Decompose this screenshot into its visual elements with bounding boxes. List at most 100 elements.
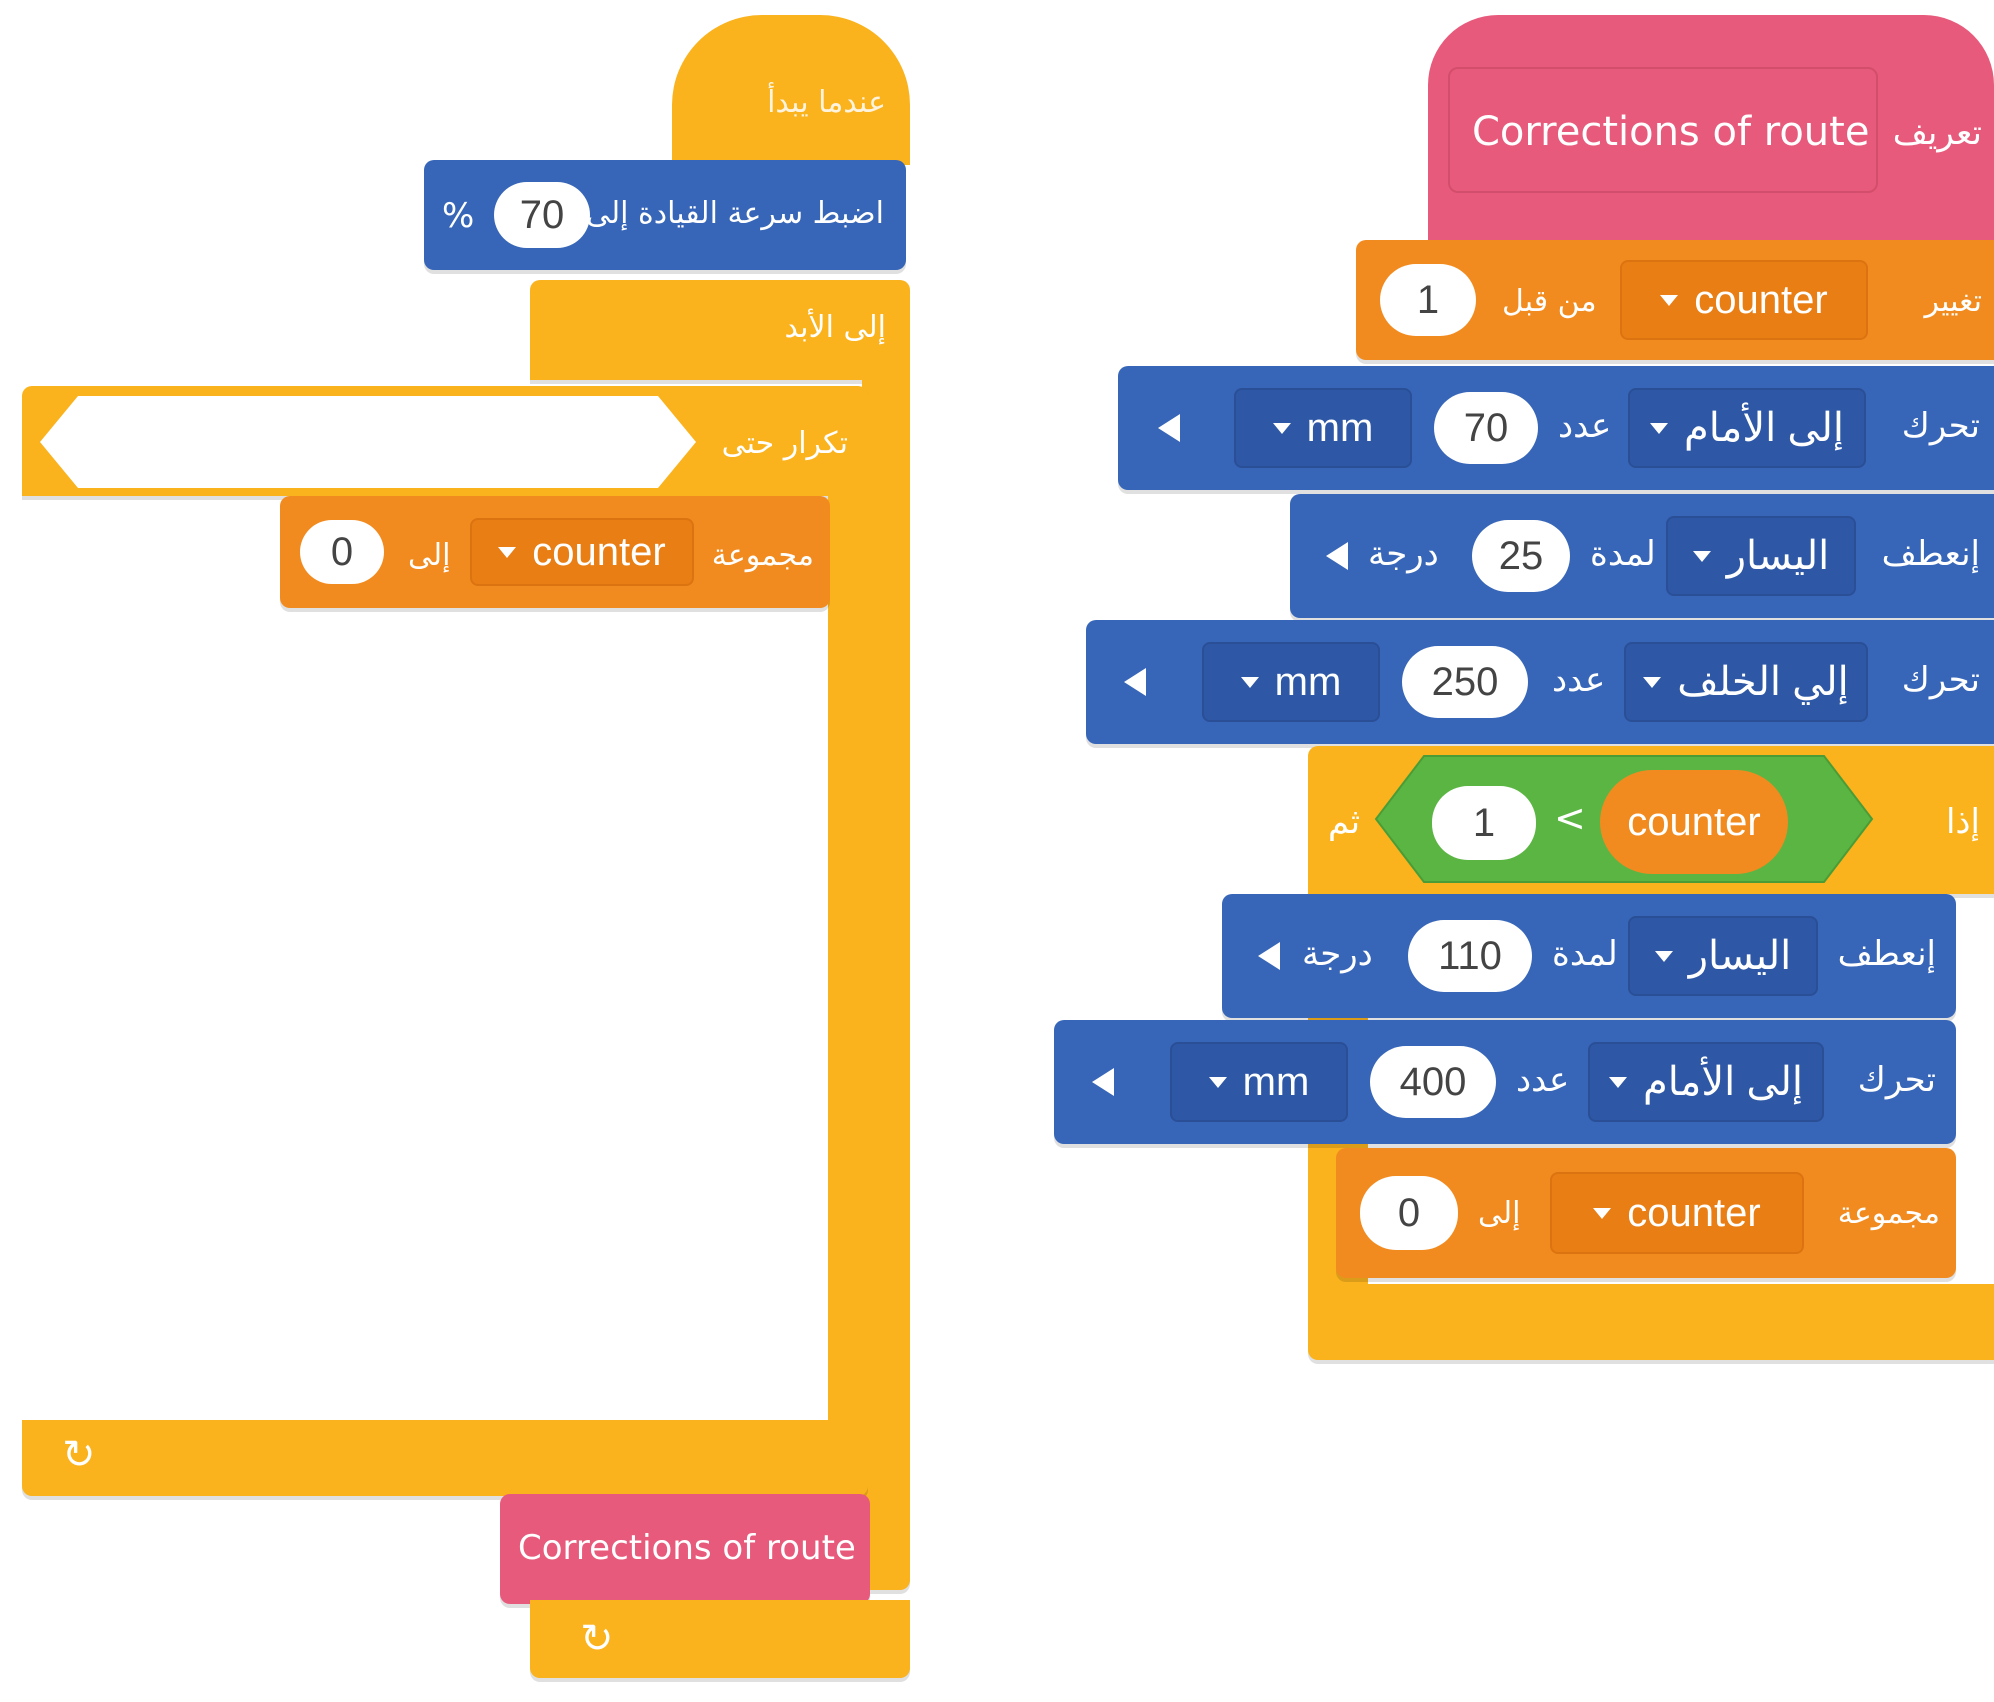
play-icon[interactable]: [1326, 542, 1348, 570]
move-label: تحرك: [1901, 406, 1980, 446]
repeat-until-arm: [828, 490, 868, 1430]
call-block-name: Corrections of route: [518, 1528, 856, 1568]
chevron-down-icon: [1240, 676, 1259, 688]
turn-angle-input[interactable]: 25: [1472, 520, 1570, 592]
move-label: تحرك: [1901, 660, 1980, 700]
repeat-loop-arrow-icon: ↻: [62, 1432, 96, 1478]
move-direction: إلى الأمام: [1642, 1060, 1804, 1104]
turn-direction: اليسار: [1726, 534, 1830, 578]
chevron-down-icon: [1208, 1076, 1227, 1088]
move-label: تحرك: [1857, 1060, 1936, 1100]
turn-direction-dropdown[interactable]: اليسار: [1666, 516, 1856, 596]
move-distance-input[interactable]: 400: [1370, 1046, 1496, 1118]
repeat-until-label: تكرار حتى: [721, 426, 848, 461]
define-block[interactable]: Corrections of route تعريف: [1428, 15, 1994, 265]
variable-dropdown[interactable]: counter: [1550, 1172, 1804, 1254]
turn-angle-input[interactable]: 110: [1408, 920, 1532, 992]
move-unit-dropdown[interactable]: mm: [1170, 1042, 1348, 1122]
count-label: عدد: [1552, 660, 1606, 700]
turn-left-block[interactable]: إنعطف اليسار لمدة 25 درجة: [1290, 494, 1994, 618]
less-than-label: <: [1554, 796, 1586, 840]
move-backward-block[interactable]: تحرك إلي الخلف عدد 250 mm: [1086, 620, 1994, 744]
chevron-down-icon: [1692, 550, 1711, 562]
if-then-bottom: [1308, 1284, 1994, 1360]
set-variable-block[interactable]: مجموعة counter إلى 0: [280, 496, 830, 608]
hat-label: عندما يبدأ: [767, 85, 886, 120]
define-label: تعريف: [1892, 113, 1982, 153]
chevron-down-icon: [1608, 1076, 1627, 1088]
move-unit: mm: [1242, 1059, 1310, 1104]
for-label: لمدة: [1552, 934, 1618, 974]
set-variable-block-2[interactable]: مجموعة counter إلى 0: [1336, 1148, 1956, 1278]
define-name: Corrections of route: [1472, 109, 1870, 155]
define-name-slot[interactable]: Corrections of route: [1448, 67, 1878, 193]
repeat-until-block[interactable]: تكرار حتى: [22, 386, 868, 496]
variable-dropdown[interactable]: counter: [470, 518, 694, 586]
move-direction: إلى الأمام: [1683, 406, 1845, 450]
change-variable-block[interactable]: تغيير counter من قبل 1: [1356, 240, 1994, 360]
turn-left-block-2[interactable]: إنعطف اليسار لمدة 110 درجة: [1222, 894, 1956, 1018]
when-started-hat-block[interactable]: عندما يبدأ: [672, 15, 910, 165]
change-value-input[interactable]: 1: [1380, 264, 1476, 336]
chevron-down-icon: [1654, 950, 1673, 962]
move-direction-dropdown[interactable]: إلى الأمام: [1588, 1042, 1824, 1122]
chevron-down-icon: [1649, 422, 1668, 434]
variable-name: counter: [1627, 1190, 1761, 1235]
turn-label: إنعطف: [1837, 934, 1936, 974]
set-drive-speed-block[interactable]: اضبط سرعة القيادة إلى 70 %: [424, 160, 906, 270]
chevron-down-icon: [1643, 676, 1662, 688]
chevron-down-icon: [1593, 1207, 1612, 1219]
move-unit-dropdown[interactable]: mm: [1234, 388, 1412, 468]
move-distance-input[interactable]: 70: [1434, 392, 1538, 464]
forever-label: إلى الأبد: [784, 310, 886, 345]
set-speed-label: اضبط سرعة القيادة إلى: [585, 196, 884, 231]
change-label: تغيير: [1924, 284, 1982, 319]
degree-label: درجة: [1302, 934, 1373, 974]
change-variable-dropdown[interactable]: counter: [1620, 260, 1868, 340]
turn-direction-dropdown[interactable]: اليسار: [1628, 916, 1818, 996]
if-then-block[interactable]: إذا ثم 1 < counter: [1308, 746, 1994, 894]
chevron-down-icon: [1272, 422, 1291, 434]
count-label: عدد: [1516, 1060, 1570, 1100]
repeat-until-bottom: ↻: [22, 1420, 868, 1496]
if-label: إذا: [1945, 802, 1980, 842]
speed-value-input[interactable]: 70: [494, 182, 590, 248]
compare-left-input[interactable]: 1: [1432, 786, 1536, 860]
call-corrections-block[interactable]: Corrections of route: [500, 1494, 870, 1604]
forever-block-arm: [862, 370, 910, 1500]
set-variable-label: مجموعة: [711, 538, 814, 573]
variable-name: counter: [532, 529, 666, 574]
empty-condition-slot[interactable]: [38, 394, 698, 490]
move-forward-block-2[interactable]: تحرك إلى الأمام عدد 400 mm: [1054, 1020, 1956, 1144]
move-unit: mm: [1306, 405, 1374, 450]
by-label: من قبل: [1502, 284, 1597, 319]
play-icon[interactable]: [1092, 1068, 1114, 1096]
count-label: عدد: [1558, 406, 1612, 446]
set-value-input[interactable]: 0: [300, 520, 384, 584]
counter-reporter[interactable]: counter: [1600, 770, 1788, 874]
degree-label: درجة: [1368, 534, 1439, 574]
for-label: لمدة: [1590, 534, 1656, 574]
chevron-down-icon: [1660, 294, 1679, 306]
play-icon[interactable]: [1258, 942, 1280, 970]
move-distance-input[interactable]: 250: [1402, 646, 1528, 718]
set-variable-label: مجموعة: [1837, 1196, 1940, 1231]
move-forward-block[interactable]: تحرك إلى الأمام عدد 70 mm: [1118, 366, 1994, 490]
to-label: إلى: [408, 538, 451, 573]
forever-end-arrow-icon: ↻: [580, 1616, 614, 1662]
move-unit-dropdown[interactable]: mm: [1202, 642, 1380, 722]
forever-end-cap: ↻: [530, 1600, 910, 1678]
play-icon[interactable]: [1158, 414, 1180, 442]
speed-unit-label: %: [442, 196, 475, 236]
move-direction: إلي الخلف: [1677, 660, 1849, 704]
set-value-input[interactable]: 0: [1360, 1176, 1458, 1250]
chevron-down-icon: [498, 546, 517, 558]
change-variable-name: counter: [1694, 277, 1828, 322]
to-label: إلى: [1478, 1196, 1521, 1231]
play-icon[interactable]: [1124, 668, 1146, 696]
move-direction-dropdown[interactable]: إلي الخلف: [1624, 642, 1868, 722]
turn-label: إنعطف: [1881, 534, 1980, 574]
forever-block[interactable]: إلى الأبد: [530, 280, 910, 380]
then-label: ثم: [1328, 802, 1361, 842]
move-direction-dropdown[interactable]: إلى الأمام: [1628, 388, 1866, 468]
